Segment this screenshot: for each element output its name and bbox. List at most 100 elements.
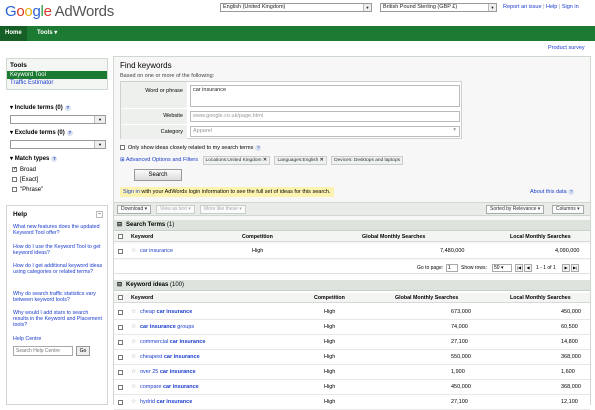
col-keyword[interactable]: Keyword [131, 293, 153, 303]
help-link-statistics-vary[interactable]: Why do search traffic statistics vary be… [13, 291, 103, 303]
close-icon[interactable]: ✕ [320, 158, 324, 163]
keyword-link[interactable]: car insurance groups [140, 320, 194, 335]
keyword-link[interactable]: commercial car insurance [140, 335, 205, 350]
help-link-additional-ideas[interactable]: How do I get additional keyword ideas us… [13, 263, 103, 275]
word-phrase-input[interactable]: car insurance [190, 85, 460, 107]
col-global-searches[interactable]: Global Monthly Searches [362, 232, 425, 242]
star-icon[interactable]: ☆ [131, 350, 136, 365]
help-icon[interactable]: ? [255, 145, 262, 151]
exclude-terms-header[interactable]: ▾ Exclude terms (0)? [10, 129, 73, 136]
help-icon[interactable]: ? [66, 130, 73, 136]
keyword-link[interactable]: over 25 car insurance [140, 365, 196, 380]
language-select[interactable]: English (United Kingdom) ▼ [220, 3, 372, 12]
global-searches-value: 1,900 [451, 369, 465, 375]
language-chip[interactable]: Languages:English ✕ [274, 156, 327, 165]
row-checkbox[interactable] [118, 340, 123, 345]
star-icon[interactable]: ☆ [131, 365, 136, 380]
view-as-text-button[interactable]: View as text ▾ [156, 205, 195, 214]
category-select[interactable]: Apparel ▾ [190, 126, 460, 137]
star-icon[interactable]: ☆ [131, 395, 136, 410]
help-go-button[interactable]: Go [76, 346, 90, 356]
last-page-icon[interactable]: ▶| [571, 264, 579, 272]
help-link-new-features[interactable]: What new features does the updated Keywo… [13, 224, 103, 236]
keyword-link[interactable]: cheap car insurance [140, 305, 192, 320]
keyword-link[interactable]: hydrid car insurance [140, 395, 192, 410]
advanced-options-link[interactable]: Advanced Options and Filters [126, 157, 198, 163]
website-input[interactable]: www.google.co.uk/page.html [190, 111, 460, 122]
row-checkbox[interactable] [118, 325, 123, 330]
about-data-link[interactable]: About this data ? [530, 189, 575, 195]
google-adwords-logo[interactable]: Google AdWords [5, 3, 114, 20]
help-icon[interactable]: ? [64, 105, 71, 111]
help-centre-link[interactable]: Help Centre [13, 336, 103, 342]
next-page-icon[interactable]: ▶ [562, 264, 570, 272]
row-checkbox[interactable] [118, 310, 123, 315]
signin-notice-link[interactable]: Sign in [123, 189, 140, 195]
row-checkbox[interactable] [118, 385, 123, 390]
tab-home[interactable]: Home [0, 26, 27, 41]
report-issue-link[interactable]: Report an issue [503, 4, 542, 10]
only-closely-related[interactable]: Only show ideas closely related to my se… [120, 145, 262, 151]
star-icon[interactable]: ☆ [131, 380, 136, 395]
currency-select[interactable]: British Pound Sterling (GBP £) ▼ [380, 3, 497, 12]
help-link-use-tool[interactable]: How do I use the Keyword Tool to get key… [13, 244, 103, 256]
local-searches-value: 4,090,000 [555, 248, 580, 254]
row-checkbox[interactable] [118, 400, 123, 405]
star-icon[interactable]: ☆ [131, 305, 136, 320]
checkbox-checked[interactable]: ✓ [12, 167, 17, 172]
more-like-these-button[interactable]: More like these ▾ [200, 205, 246, 214]
star-icon[interactable]: ☆ [131, 335, 136, 350]
help-icon[interactable]: ? [51, 156, 58, 162]
col-keyword[interactable]: Keyword [131, 232, 153, 242]
col-global-searches[interactable]: Global Monthly Searches [395, 293, 458, 303]
checkbox[interactable] [12, 187, 17, 192]
collapse-icon[interactable]: ⊟ [117, 280, 122, 291]
match-phrase[interactable]: "Phrase" [12, 187, 43, 193]
col-local-searches[interactable]: Local Monthly Searches [510, 232, 571, 242]
help-link-add-stars[interactable]: Why would I add stars to search results … [13, 310, 103, 329]
search-button[interactable]: Search [134, 169, 182, 181]
row-checkbox[interactable] [118, 370, 123, 375]
tab-tools[interactable]: Tools ▾ [32, 26, 62, 41]
collapse-icon[interactable]: – [96, 211, 103, 218]
close-icon[interactable]: ✕ [263, 158, 267, 163]
checkbox[interactable] [120, 145, 125, 151]
keyword-link[interactable]: car insurance [140, 244, 173, 259]
match-broad[interactable]: ✓ Broad [12, 167, 36, 173]
match-types-header[interactable]: ▾ Match types? [10, 155, 58, 162]
keyword-link[interactable]: cheapest car insurance [140, 350, 200, 365]
col-competition[interactable]: Competition [314, 293, 345, 303]
help-link[interactable]: Help [546, 4, 557, 10]
show-rows-select[interactable]: 50 ▾ [492, 264, 512, 272]
col-competition[interactable]: Competition [242, 232, 273, 242]
sidebar-item-keyword-tool[interactable]: Keyword Tool [7, 71, 107, 79]
goto-page-input[interactable]: 1 [446, 264, 458, 272]
download-button[interactable]: Download ▾ [117, 205, 152, 214]
sign-in-link[interactable]: Sign in [562, 4, 579, 10]
select-all-checkbox[interactable] [118, 295, 123, 300]
row-checkbox[interactable] [118, 249, 123, 254]
columns-button[interactable]: Columns ▾ [552, 205, 584, 214]
help-search-input[interactable]: Search Help Centre [13, 346, 73, 356]
select-all-checkbox[interactable] [118, 234, 123, 239]
product-survey-link[interactable]: Product survey [548, 45, 585, 51]
device-chip[interactable]: Devices: Desktops and laptops [331, 156, 404, 165]
include-terms-header[interactable]: ▾ Include terms (0)? [10, 104, 71, 111]
exclude-terms-input[interactable]: ▼ [10, 140, 106, 149]
help-icon[interactable]: ? [568, 189, 575, 195]
keyword-link[interactable]: compare car insurance [140, 380, 199, 395]
row-checkbox[interactable] [118, 355, 123, 360]
sort-select[interactable]: Sorted by Relevance ▾ [486, 205, 545, 214]
col-local-searches[interactable]: Local Monthly Searches [510, 293, 571, 303]
checkbox[interactable] [12, 177, 17, 182]
match-exact[interactable]: [Exact] [12, 177, 38, 183]
search-terms-title: Search Terms (1) [126, 220, 174, 231]
first-page-icon[interactable]: |◀ [515, 264, 523, 272]
star-icon[interactable]: ☆ [131, 244, 136, 259]
location-chip[interactable]: Locations:United Kingdom ✕ [202, 156, 270, 165]
collapse-icon[interactable]: ⊟ [117, 220, 122, 231]
sidebar-item-traffic-estimator[interactable]: Traffic Estimator [7, 79, 107, 89]
include-terms-input[interactable]: ▼ [10, 115, 106, 124]
prev-page-icon[interactable]: ◀ [524, 264, 532, 272]
star-icon[interactable]: ☆ [131, 320, 136, 335]
